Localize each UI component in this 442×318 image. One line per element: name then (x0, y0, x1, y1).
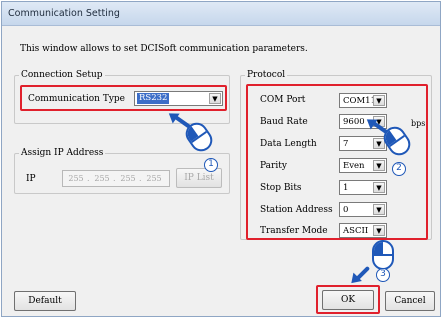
step-2-badge: 2 (392, 162, 406, 176)
station-address-label: Station Address (260, 205, 333, 215)
transfer-mode-label: Transfer Mode (260, 226, 328, 236)
stop-bits-dropdown[interactable]: 1 ▼ (339, 180, 387, 195)
ip-octet-3: 255 (120, 174, 136, 183)
parity-value: Even (343, 161, 365, 171)
chevron-down-icon[interactable]: ▼ (373, 182, 385, 193)
baud-rate-unit: bps (411, 119, 426, 128)
data-length-label: Data Length (260, 139, 317, 149)
connection-setup-legend: Connection Setup (21, 70, 103, 80)
station-address-dropdown[interactable]: 0 ▼ (339, 202, 387, 217)
baud-rate-label: Baud Rate (260, 117, 308, 127)
dialog-description: This window allows to set DCISoft commun… (20, 44, 308, 54)
title-bar: Communication Setting (2, 2, 440, 26)
chevron-down-icon[interactable]: ▼ (373, 204, 385, 215)
baud-rate-value: 9600 (343, 117, 365, 127)
parity-dropdown[interactable]: Even ▼ (339, 158, 387, 173)
chevron-down-icon[interactable]: ▼ (373, 160, 385, 171)
chevron-down-icon[interactable]: ▼ (373, 225, 385, 236)
default-button[interactable]: Default (14, 291, 76, 311)
chevron-down-icon[interactable]: ▼ (209, 93, 221, 104)
assign-ip-legend: Assign IP Address (21, 148, 104, 158)
chevron-down-icon[interactable]: ▼ (373, 95, 385, 106)
data-length-dropdown[interactable]: 7 ▼ (339, 136, 387, 151)
communication-setting-dialog: Communication Setting This window allows… (1, 1, 441, 317)
window-title: Communication Setting (8, 8, 120, 19)
ip-octet-2: 255 (94, 174, 110, 183)
com-port-value: COM11 (343, 96, 376, 106)
ip-octet-4: 255 (146, 174, 162, 183)
data-length-value: 7 (343, 139, 349, 149)
cancel-button[interactable]: Cancel (385, 291, 435, 311)
ok-button[interactable]: OK (322, 290, 374, 310)
mouse-icon (372, 240, 394, 270)
stop-bits-value: 1 (343, 183, 349, 193)
ip-label: IP (26, 174, 36, 184)
ip-address-field[interactable]: 255 . 255 . 255 . 255 (62, 170, 170, 187)
step-1-badge: 1 (204, 158, 218, 172)
transfer-mode-dropdown[interactable]: ASCII ▼ (339, 223, 387, 238)
com-port-dropdown[interactable]: COM11 ▼ (339, 93, 387, 108)
ip-octet-1: 255 (68, 174, 84, 183)
protocol-legend: Protocol (247, 70, 286, 80)
communication-type-dropdown[interactable]: RS232 ▼ (134, 91, 223, 106)
communication-type-label: Communication Type (28, 94, 125, 104)
transfer-mode-value: ASCII (343, 226, 369, 236)
step-3-badge: 3 (376, 268, 390, 282)
parity-label: Parity (260, 161, 287, 171)
stop-bits-label: Stop Bits (260, 183, 302, 193)
station-address-value: 0 (343, 205, 349, 215)
com-port-label: COM Port (260, 95, 306, 105)
communication-type-value: RS232 (137, 93, 170, 104)
ip-list-button[interactable]: IP List (176, 168, 222, 188)
